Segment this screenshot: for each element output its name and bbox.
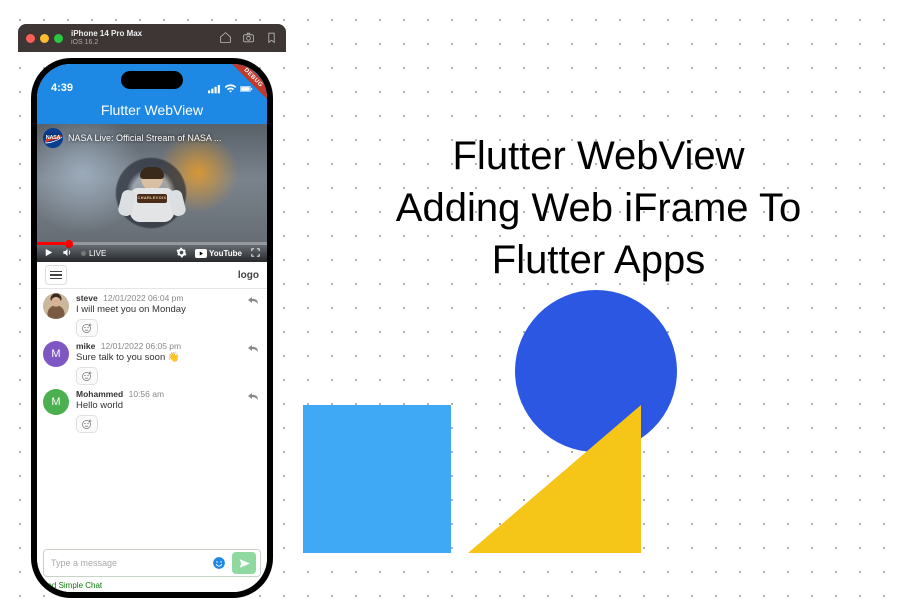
- sim-screenshot-button[interactable]: [242, 31, 255, 46]
- phone-screen: DEBUG 4:39 Flutter WebView: [37, 64, 267, 592]
- message-item: M Mohammed 10:56 am Hello world: [43, 389, 261, 433]
- emoji-button[interactable]: [211, 555, 227, 571]
- decor-triangle: [468, 405, 641, 553]
- message-time: 12/01/2022 06:04 pm: [103, 293, 183, 303]
- avatar-initial: M: [51, 396, 60, 408]
- decor-square: [303, 405, 451, 553]
- avatar[interactable]: [43, 293, 69, 319]
- reply-button[interactable]: [245, 389, 261, 403]
- chat-menu-button[interactable]: [45, 265, 67, 285]
- youtube-settings-button[interactable]: [176, 247, 187, 260]
- message-text: Hello world: [76, 400, 238, 411]
- window-close-button[interactable]: [26, 34, 35, 43]
- reply-icon: [247, 391, 259, 401]
- smiley-icon: [212, 556, 226, 570]
- message-list[interactable]: steve 12/01/2022 06:04 pm I will meet yo…: [37, 289, 267, 547]
- message-text: I will meet you on Monday: [76, 304, 238, 315]
- smiley-add-icon: [81, 322, 93, 334]
- message-input[interactable]: [51, 558, 206, 568]
- react-button[interactable]: [76, 319, 98, 337]
- youtube-fullscreen-button[interactable]: [250, 247, 261, 260]
- message-time: 10:56 am: [129, 389, 164, 399]
- sim-device-label: iPhone 14 Pro Max iOS 16.2: [71, 30, 219, 46]
- youtube-play-button[interactable]: [43, 247, 54, 260]
- fullscreen-icon: [250, 247, 261, 258]
- sim-bookmark-button[interactable]: [265, 31, 278, 46]
- chat-logo: logo: [238, 270, 259, 281]
- reply-icon: [247, 295, 259, 305]
- youtube-live-text: LIVE: [89, 249, 106, 258]
- sim-ios-version: iOS 16.2: [71, 39, 219, 47]
- chat-panel: logo steve 12/01/2022 06:04 pm I will me…: [37, 262, 267, 592]
- youtube-video-title: NASA Live: Official Stream of NASA ...: [68, 133, 221, 143]
- window-traffic-lights: [26, 34, 63, 43]
- sim-device-name: iPhone 14 Pro Max: [71, 30, 219, 39]
- play-icon: [43, 247, 54, 258]
- message-item: steve 12/01/2022 06:04 pm I will meet yo…: [43, 293, 261, 337]
- chat-header: logo: [37, 262, 267, 289]
- window-zoom-button[interactable]: [54, 34, 63, 43]
- sim-titlebar: iPhone 14 Pro Max iOS 16.2: [18, 24, 286, 52]
- app-bar-title: Flutter WebView: [101, 102, 203, 118]
- message-item: M mike 12/01/2022 06:05 pm Sure talk to …: [43, 341, 261, 385]
- send-button[interactable]: [232, 552, 256, 574]
- home-icon: [219, 31, 232, 44]
- youtube-title-row: NASA NASA Live: Official Stream of NASA …: [43, 128, 221, 148]
- message-sender: mike: [76, 341, 95, 351]
- react-button[interactable]: [76, 367, 98, 385]
- video-astronaut: CHARLEVOIX: [130, 168, 174, 222]
- dynamic-island: [121, 71, 183, 89]
- camera-icon: [242, 31, 255, 44]
- reply-button[interactable]: [245, 341, 261, 355]
- youtube-controls: LIVE YouTube: [37, 245, 267, 262]
- youtube-live-indicator[interactable]: LIVE: [81, 249, 106, 258]
- gear-icon: [176, 247, 187, 258]
- reply-button[interactable]: [245, 293, 261, 307]
- volume-icon: [62, 247, 73, 258]
- menu-icon: [50, 271, 62, 273]
- message-time: 12/01/2022 06:05 pm: [101, 341, 181, 351]
- reply-icon: [247, 343, 259, 353]
- sim-home-button[interactable]: [219, 31, 232, 46]
- promo-title: Flutter WebView Adding Web iFrame To Flu…: [300, 130, 897, 286]
- phone-frame: DEBUG 4:39 Flutter WebView: [31, 58, 273, 598]
- message-sender: Mohammed: [76, 389, 123, 399]
- youtube-player[interactable]: CHARLEVOIX NASA NASA Live: Official Stre…: [37, 124, 267, 262]
- send-icon: [238, 557, 251, 570]
- avatar-initial: M: [51, 348, 60, 360]
- message-composer: [43, 549, 261, 577]
- smiley-add-icon: [81, 418, 93, 430]
- promo-line-1: Flutter WebView: [300, 130, 897, 182]
- status-time: 4:39: [51, 82, 73, 94]
- bookmark-icon: [265, 31, 278, 44]
- youtube-brand-text: YouTube: [209, 249, 242, 258]
- astronaut-shirt-text: CHARLEVOIX: [137, 194, 167, 203]
- react-button[interactable]: [76, 415, 98, 433]
- promo-line-2: Adding Web iFrame To: [300, 182, 897, 234]
- nasa-logo-icon: NASA: [43, 128, 63, 148]
- youtube-mute-button[interactable]: [62, 247, 73, 260]
- nasa-logo-text: NASA: [46, 135, 60, 141]
- battery-icon: [240, 84, 253, 94]
- youtube-logo-button[interactable]: YouTube: [195, 249, 242, 258]
- message-sender: steve: [76, 293, 98, 303]
- wifi-icon: [224, 84, 237, 94]
- youtube-icon: [195, 249, 207, 258]
- app-bar: Flutter WebView: [37, 96, 267, 124]
- avatar[interactable]: M: [43, 389, 69, 415]
- ios-simulator-window: iPhone 14 Pro Max iOS 16.2 DEBUG 4:39: [18, 24, 286, 600]
- footer-link[interactable]: ead Simple Chat: [37, 581, 267, 592]
- smiley-add-icon: [81, 370, 93, 382]
- message-text: Sure talk to you soon 👋: [76, 352, 238, 363]
- avatar[interactable]: M: [43, 341, 69, 367]
- cellular-icon: [208, 84, 221, 94]
- promo-line-3: Flutter Apps: [300, 234, 897, 286]
- window-minimize-button[interactable]: [40, 34, 49, 43]
